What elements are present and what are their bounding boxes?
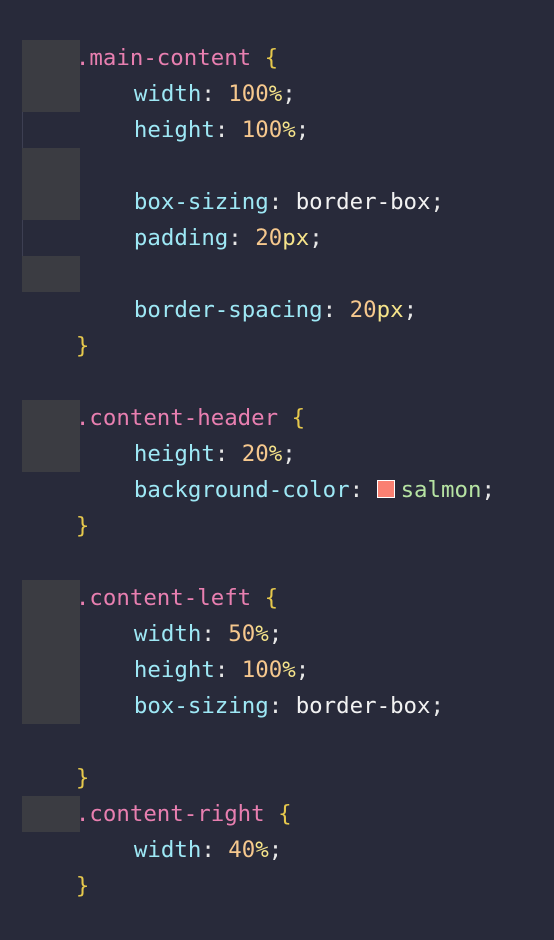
code-line-width[interactable]: width: 50%;	[80, 580, 282, 647]
code-line-close[interactable]: }	[22, 292, 89, 359]
code-line-close[interactable]: }	[22, 472, 89, 539]
code-line-height[interactable]: height: 20%;	[80, 400, 296, 467]
code-line-height[interactable]: height: 100%;	[80, 76, 309, 143]
css-unit: px	[376, 297, 404, 323]
css-unit: %	[282, 117, 296, 143]
css-property: box-sizing	[133, 693, 269, 719]
code-line-right-selector[interactable]: .content-right {	[22, 760, 292, 827]
css-number: 100	[241, 117, 283, 143]
css-property: padding	[133, 225, 229, 251]
code-line-padding[interactable]: padding: 20px;	[80, 184, 323, 251]
code-line-close[interactable]: }	[22, 724, 89, 791]
indent-guide	[22, 148, 80, 220]
close-brace: }	[75, 513, 90, 539]
code-line-header-selector[interactable]: .content-header {	[22, 364, 305, 431]
color-swatch-icon[interactable]	[376, 480, 395, 498]
css-number: 20	[349, 297, 377, 323]
code-line-left-selector[interactable]: .content-left {	[22, 544, 278, 611]
indent-guide	[22, 256, 80, 292]
code-line-border-spacing[interactable]: border-spacing: 20px;	[80, 256, 417, 323]
close-brace: }	[75, 333, 90, 359]
css-property: background-color	[133, 477, 350, 503]
code-line-height[interactable]: height: 100%;	[80, 616, 309, 683]
code-line-width[interactable]: width: 40%;	[80, 796, 282, 863]
code-line-background-color[interactable]: background-color: salmon;	[80, 436, 495, 503]
close-brace: }	[75, 873, 90, 899]
css-property: width	[133, 837, 202, 863]
css-unit: px	[282, 225, 310, 251]
code-editor[interactable]: .main-content { width: 100%; height: 100…	[0, 0, 554, 899]
code-line-close[interactable]: }	[22, 832, 89, 899]
code-line-main-selector[interactable]: .main-content {	[22, 4, 278, 71]
code-line-box-sizing[interactable]: box-sizing: border-box;	[80, 148, 444, 215]
css-keyword: border-box	[295, 693, 431, 719]
css-property: height	[133, 117, 215, 143]
css-number: 20	[255, 225, 283, 251]
css-number: 40	[228, 837, 256, 863]
css-unit: %	[255, 837, 269, 863]
css-property: border-spacing	[133, 297, 323, 323]
code-line-width[interactable]: width: 100%;	[80, 40, 296, 107]
css-color-name: salmon	[400, 477, 482, 503]
code-line-box-sizing[interactable]: box-sizing: border-box;	[80, 652, 444, 719]
